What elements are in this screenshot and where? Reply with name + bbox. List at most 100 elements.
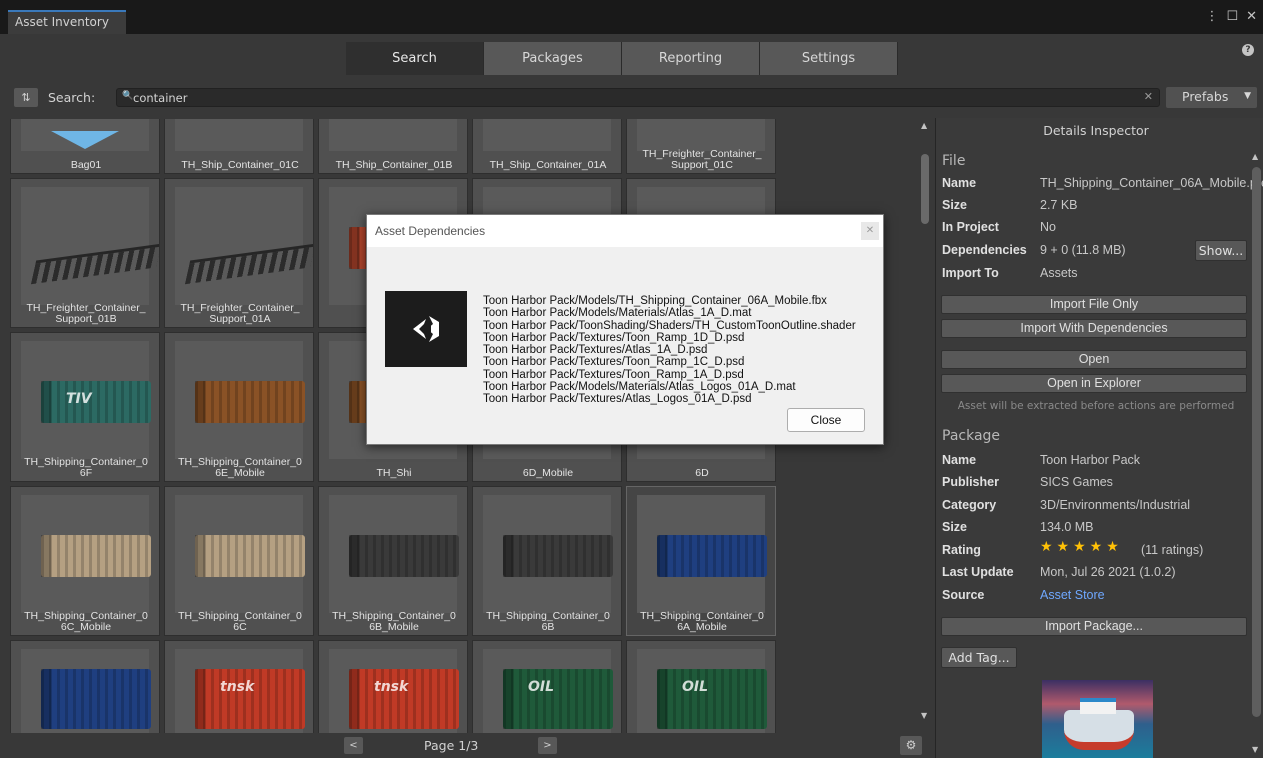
rating-stars-icon: ★★★★★ (1040, 539, 1123, 555)
container-shape: tnsk (349, 669, 459, 729)
scroll-down-icon[interactable]: ▼ (921, 711, 927, 720)
dependency-item: Toon Harbor Pack/Models/Materials/Atlas_… (483, 381, 796, 394)
asset-thumbnail (175, 187, 313, 305)
details-scroll-down-icon[interactable]: ▼ (1252, 745, 1258, 754)
nav-tabs: Search Packages Reporting Settings (346, 42, 898, 75)
add-tag-button[interactable]: Add Tag... (941, 647, 1017, 668)
container-end-shape (195, 381, 205, 423)
tab-packages[interactable]: Packages (484, 42, 622, 75)
tab-settings[interactable]: Settings (760, 42, 898, 75)
dependency-item: Toon Harbor Pack/Textures/Toon_Ramp_1D_D… (483, 331, 745, 344)
category-value: 3D/Environments/Industrial (1040, 498, 1191, 512)
import-package-button[interactable]: Import Package... (941, 617, 1247, 636)
asset-tile[interactable]: TH_Ship_Container_01C (164, 119, 314, 174)
open-button[interactable]: Open (941, 350, 1247, 369)
source-link[interactable]: Asset Store (1040, 588, 1105, 602)
details-scroll-up-icon[interactable]: ▲ (1252, 152, 1258, 161)
dependency-item: Toon Harbor Pack/Textures/Toon_Ramp_1C_D… (483, 356, 745, 369)
grid-settings-button[interactable]: ⚙ (900, 736, 922, 755)
support-frame-shape (184, 243, 313, 285)
show-dependencies-button[interactable]: Show... (1195, 240, 1247, 261)
close-icon[interactable]: ✕ (1246, 9, 1257, 24)
file-section-header: File (942, 153, 966, 169)
dependency-item: Toon Harbor Pack/Models/Materials/Atlas_… (483, 307, 752, 320)
asset-tile-label: TH_Shipping_Container_0 6A_Mobile (640, 610, 764, 633)
next-page-button[interactable]: > (538, 737, 557, 754)
asset-thumbnail (175, 119, 303, 151)
dependency-item: Toon Harbor Pack/Textures/Toon_Ramp_1A_D… (483, 368, 744, 381)
tab-reporting[interactable]: Reporting (622, 42, 760, 75)
details-scrollbar[interactable]: ▲ ▼ (1249, 152, 1263, 754)
prev-page-button[interactable]: < (344, 737, 363, 754)
asset-tile[interactable]: Bag01 (10, 119, 160, 174)
container-shape (349, 535, 459, 577)
asset-tile-label: TH_Freighter_Container_ Support_01C (642, 148, 762, 171)
container-end-shape (349, 535, 359, 577)
container-shape (195, 381, 305, 423)
import-file-only-button[interactable]: Import File Only (941, 295, 1247, 314)
type-filter-value: Prefabs (1182, 89, 1229, 104)
container-shape: TIV (41, 381, 151, 423)
asset-tile[interactable]: OIL (626, 640, 776, 733)
asset-tile[interactable]: TH_Shipping_Container_0 6E_Mobile (164, 332, 314, 482)
import-with-dependencies-button[interactable]: Import With Dependencies (941, 319, 1247, 338)
dialog-close-icon[interactable]: ✕ (861, 222, 879, 240)
dependencies-key: Dependencies (942, 243, 1027, 257)
asset-thumbnail (483, 119, 611, 151)
help-icon[interactable]: ? (1242, 44, 1254, 56)
container-end-shape (41, 535, 51, 577)
asset-tile-label: TH_Ship_Container_01B (335, 159, 453, 171)
grid-scrollbar[interactable]: ▲ ▼ (918, 119, 932, 729)
type-filter-dropdown[interactable]: Prefabs ▼ (1166, 87, 1257, 108)
asset-tile[interactable] (10, 640, 160, 733)
asset-tile[interactable]: TH_Ship_Container_01B (318, 119, 468, 174)
window-tab[interactable]: Asset Inventory (8, 10, 126, 34)
asset-tile[interactable]: TH_Shipping_Container_0 6C_Mobile (10, 486, 160, 636)
asset-tile[interactable]: TH_Ship_Container_01A (472, 119, 622, 174)
import-to-key: Import To (942, 266, 999, 280)
source-key: Source (942, 588, 985, 602)
asset-tile[interactable]: OIL (472, 640, 622, 733)
container-end-shape (349, 227, 359, 269)
asset-tile[interactable]: tnsk (164, 640, 314, 733)
asset-tile[interactable]: TH_Shipping_Container_0 6C (164, 486, 314, 636)
container-end-shape (503, 535, 513, 577)
chevron-down-icon: ▼ (1244, 91, 1251, 101)
in-project-value: No (1040, 220, 1056, 234)
kebab-menu-icon[interactable]: ⋮ (1205, 9, 1218, 24)
asset-dependencies-dialog: Asset Dependencies ✕ Toon Harbor Pack/Mo… (366, 214, 884, 445)
clear-search-icon[interactable]: ✕ (1144, 90, 1153, 103)
asset-tile[interactable]: TH_Freighter_Container_ Support_01C (626, 119, 776, 174)
search-input[interactable]: 🔍 container ✕ (116, 88, 1160, 107)
window-controls: ⋮ ☐ ✕ (1205, 9, 1257, 24)
tab-search[interactable]: Search (346, 42, 484, 75)
asset-tile[interactable]: TH_Freighter_Container_ Support_01B (10, 178, 160, 328)
asset-tile[interactable]: TIV TH_Shipping_Container_0 6F (10, 332, 160, 482)
pager: < Page 1/3 > ⚙ (0, 733, 930, 758)
asset-thumbnail (21, 187, 159, 305)
container-logo: TIV (66, 391, 92, 407)
asset-thumbnail (21, 495, 151, 613)
window-titlebar: Asset Inventory ⋮ ☐ ✕ (0, 0, 1263, 34)
grid-scroll-thumb[interactable] (921, 154, 929, 224)
open-in-explorer-button[interactable]: Open in Explorer (941, 374, 1247, 393)
file-name-value: TH_Shipping_Container_06A_Mobile.prefab (1040, 176, 1263, 190)
asset-tile[interactable]: TH_Shipping_Container_0 6B (472, 486, 622, 636)
search-row: ⇅ Search: 🔍 container ✕ Prefabs ▼ (0, 86, 1263, 110)
maximize-icon[interactable]: ☐ (1226, 9, 1238, 24)
asset-thumbnail (175, 341, 305, 459)
asset-tile[interactable]: tnsk (318, 640, 468, 733)
filter-toggle-button[interactable]: ⇅ (14, 88, 38, 107)
asset-tile[interactable]: TH_Shipping_Container_0 6A_Mobile (626, 486, 776, 636)
asset-tile[interactable]: TH_Freighter_Container_ Support_01A (164, 178, 314, 328)
package-name-value: Toon Harbor Pack (1040, 453, 1141, 467)
dialog-close-button[interactable]: Close (787, 408, 865, 432)
asset-tile[interactable]: TH_Shipping_Container_0 6B_Mobile (318, 486, 468, 636)
details-scroll-thumb[interactable] (1252, 167, 1261, 717)
package-size-key: Size (942, 520, 968, 534)
search-input-value: container (133, 91, 188, 105)
container-shape (41, 535, 151, 577)
asset-tile-label: TH_Ship_Container_01A (489, 159, 607, 171)
scroll-up-icon[interactable]: ▲ (921, 121, 927, 130)
publisher-value: SICS Games (1040, 475, 1113, 489)
